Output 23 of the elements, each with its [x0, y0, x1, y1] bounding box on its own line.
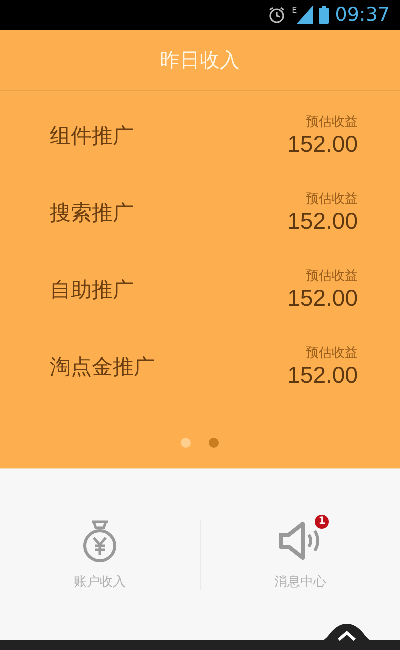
- estimate-caption: 预估收益: [306, 114, 358, 131]
- promotion-name: 搜索推广: [50, 200, 134, 226]
- estimate-caption: 预估收益: [306, 191, 358, 208]
- page-dot[interactable]: [181, 438, 191, 448]
- nav-label[interactable]: 消息中心: [274, 572, 326, 590]
- network-type-label: E: [292, 6, 298, 15]
- estimate-caption: 预估收益: [306, 268, 358, 285]
- income-amount: 152.00: [288, 285, 358, 312]
- income-amount: 152.00: [288, 362, 358, 389]
- income-amount: 152.00: [288, 131, 358, 158]
- promotion-name: 自助推广: [50, 276, 134, 304]
- clock-time: 09:37: [335, 4, 390, 26]
- promotion-name: 组件推广: [50, 122, 134, 150]
- estimate-caption: 预估收益: [306, 345, 358, 362]
- battery-icon: [319, 6, 330, 24]
- alarm-icon: [268, 6, 286, 24]
- notification-badge: 1: [315, 514, 330, 528]
- signal-icon: [297, 6, 314, 24]
- nav-label[interactable]: 账户收入: [74, 572, 126, 590]
- income-amount: 152.00: [288, 208, 358, 235]
- promotion-name: 淘点金推广: [50, 354, 155, 380]
- page-dot[interactable]: [209, 438, 219, 448]
- header-title: 昨日收入: [160, 46, 240, 74]
